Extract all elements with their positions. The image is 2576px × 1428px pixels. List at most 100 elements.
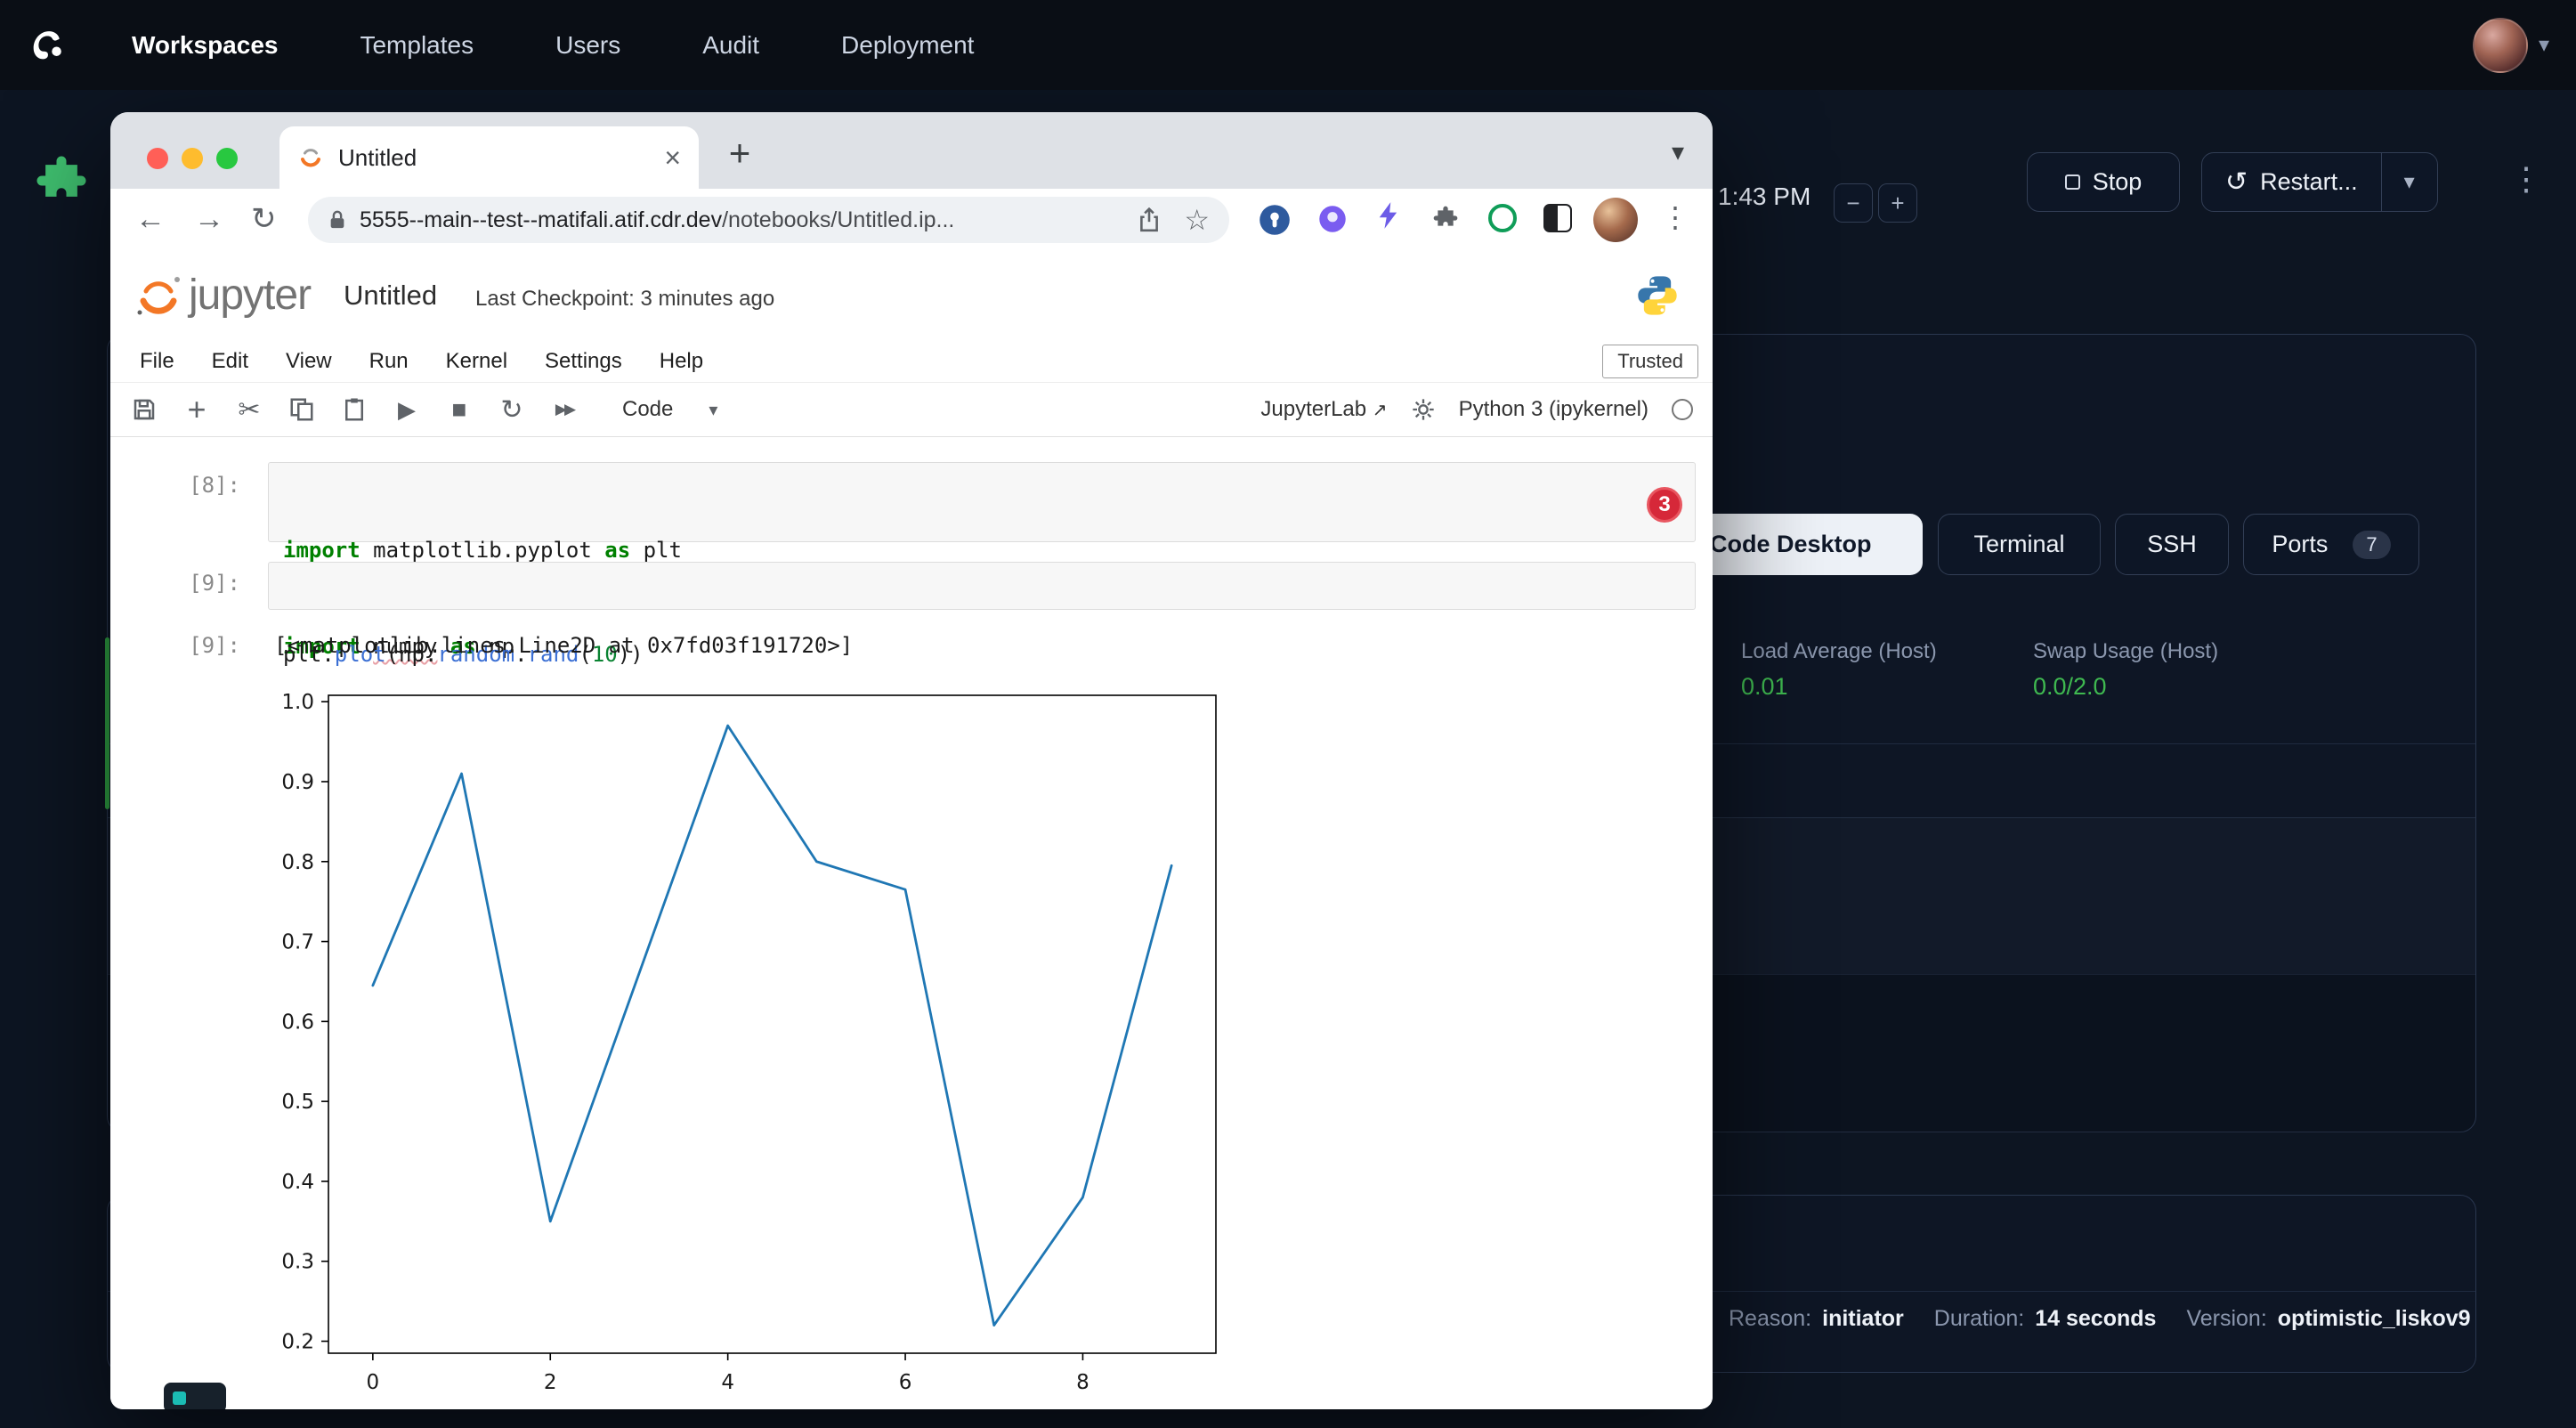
clock: 1:43 PM bbox=[1718, 183, 1810, 211]
coder-logo-icon[interactable] bbox=[27, 25, 68, 66]
ports-button[interactable]: Ports 7 bbox=[2243, 514, 2419, 575]
run-cell-icon[interactable]: ▶ bbox=[385, 390, 428, 429]
cell-input-prompt: [8]: bbox=[160, 473, 240, 498]
stat-value: 0.0/2.0 bbox=[2033, 673, 2218, 701]
maximize-window-button[interactable] bbox=[216, 148, 238, 169]
nav-users[interactable]: Users bbox=[555, 31, 620, 60]
nav-workspaces[interactable]: Workspaces bbox=[132, 31, 278, 60]
nav-audit[interactable]: Audit bbox=[702, 31, 759, 60]
save-icon[interactable] bbox=[123, 390, 166, 429]
paste-cell-icon[interactable] bbox=[333, 390, 376, 429]
kernel-status-icon bbox=[1672, 399, 1693, 420]
kernel-name[interactable]: Python 3 (ipykernel) bbox=[1459, 397, 1648, 422]
code-cell-input[interactable]: plt.plot(np.random.rand(10)) bbox=[268, 562, 1696, 610]
build-meta: Reason: initiator Duration: 14 seconds V… bbox=[1729, 1306, 2491, 1332]
menu-kernel[interactable]: Kernel bbox=[446, 349, 507, 374]
jupyter-menubar: File Edit View Run Kernel Settings Help … bbox=[110, 340, 1713, 383]
duration-value: 14 seconds bbox=[2035, 1306, 2156, 1332]
minimize-window-button[interactable] bbox=[182, 148, 203, 169]
menu-file[interactable]: File bbox=[140, 349, 174, 374]
status-badge bbox=[164, 1383, 226, 1409]
code-cell-input[interactable]: import matplotlib.pyplot as plt import n… bbox=[268, 462, 1696, 542]
extensions-puzzle-icon[interactable] bbox=[1431, 204, 1460, 237]
jupyter-wordmark: jupyter bbox=[189, 271, 311, 320]
new-tab-button[interactable]: + bbox=[720, 134, 759, 173]
menu-help[interactable]: Help bbox=[660, 349, 703, 374]
browser-menu-icon[interactable]: ⋮ bbox=[1661, 199, 1689, 237]
url-domain: 5555--main--test--matifali.atif.cdr.dev bbox=[360, 207, 722, 233]
settings-gear-icon[interactable] bbox=[1411, 397, 1436, 422]
trusted-button[interactable]: Trusted bbox=[1602, 345, 1698, 378]
stat-swap-usage: Swap Usage (Host) 0.0/2.0 bbox=[2033, 639, 2218, 701]
cut-cell-icon[interactable]: ✂ bbox=[228, 390, 271, 429]
svg-text:0.2: 0.2 bbox=[281, 1331, 314, 1354]
back-icon[interactable]: ← bbox=[135, 199, 166, 239]
version-label: Version: bbox=[2186, 1306, 2266, 1332]
restart-run-all-icon[interactable]: ▶▶ bbox=[543, 390, 586, 429]
restart-options-button[interactable]: ▾ bbox=[2382, 153, 2437, 211]
close-window-button[interactable] bbox=[147, 148, 168, 169]
plus-button[interactable]: + bbox=[1878, 183, 1917, 223]
tab-title: Untitled bbox=[338, 144, 664, 172]
lightning-icon[interactable] bbox=[1376, 201, 1401, 234]
darkreader-icon[interactable] bbox=[1543, 204, 1572, 232]
collaborators-count-badge: 3 bbox=[1647, 487, 1682, 523]
notebook-title[interactable]: Untitled bbox=[344, 280, 437, 312]
cell-type-value: Code bbox=[622, 397, 673, 422]
main-nav: Workspaces Templates Users Audit Deploym… bbox=[132, 31, 974, 60]
menu-settings[interactable]: Settings bbox=[545, 349, 622, 374]
jupyter-logo-icon[interactable] bbox=[134, 271, 183, 325]
user-avatar[interactable] bbox=[2473, 18, 2528, 73]
restart-button[interactable]: ↺ Restart... bbox=[2202, 153, 2381, 211]
chevron-down-icon: ▾ bbox=[709, 399, 717, 421]
restart-kernel-icon[interactable]: ↻ bbox=[490, 390, 533, 429]
cell-type-select[interactable]: Code ▾ bbox=[610, 392, 730, 427]
ports-count-badge: 7 bbox=[2353, 531, 2390, 559]
svg-text:0.3: 0.3 bbox=[281, 1251, 314, 1274]
stat-load-average: Load Average (Host) 0.01 bbox=[1741, 639, 1937, 701]
lock-icon[interactable] bbox=[328, 208, 347, 231]
browser-tab[interactable]: Untitled × bbox=[279, 126, 699, 189]
stat-label: Swap Usage (Host) bbox=[2033, 639, 2218, 664]
menu-view[interactable]: View bbox=[286, 349, 332, 374]
menu-edit[interactable]: Edit bbox=[212, 349, 248, 374]
address-bar-row: ← → ↻ 5555--main--test--matifali.atif.cd… bbox=[110, 189, 1713, 251]
extension-icon-purple[interactable] bbox=[1317, 204, 1348, 239]
chevron-down-icon[interactable]: ▾ bbox=[2539, 32, 2549, 58]
stat-label: Load Average (Host) bbox=[1741, 639, 1937, 664]
tab-search-chevron-icon[interactable]: ▾ bbox=[1672, 137, 1684, 166]
svg-text:8: 8 bbox=[1076, 1371, 1090, 1394]
jupyterlab-link[interactable]: JupyterLab ↗ bbox=[1260, 397, 1387, 422]
screen: Workspaces Templates Users Audit Deploym… bbox=[0, 0, 2576, 1428]
share-icon[interactable] bbox=[1138, 207, 1161, 232]
puzzle-icon[interactable] bbox=[32, 151, 91, 215]
address-bar[interactable]: 5555--main--test--matifali.atif.cdr.dev … bbox=[308, 197, 1229, 243]
copy-cell-icon[interactable] bbox=[280, 390, 323, 429]
minus-button[interactable]: − bbox=[1834, 183, 1873, 223]
cell-output-prompt: [9]: bbox=[160, 633, 240, 658]
nav-deployment[interactable]: Deployment bbox=[841, 31, 974, 60]
external-link-icon: ↗ bbox=[1373, 401, 1388, 420]
nav-templates[interactable]: Templates bbox=[360, 31, 474, 60]
svg-text:0.4: 0.4 bbox=[281, 1171, 314, 1194]
bookmark-star-icon[interactable]: ☆ bbox=[1184, 203, 1210, 237]
add-cell-icon[interactable]: + bbox=[175, 390, 218, 429]
stop-button[interactable]: Stop bbox=[2027, 152, 2180, 212]
ssh-button[interactable]: SSH bbox=[2115, 514, 2229, 575]
menu-run[interactable]: Run bbox=[369, 349, 409, 374]
jupyter-toolbar: + ✂ ▶ ■ ↻ ▶▶ Code ▾ bbox=[110, 383, 1713, 437]
more-options-button[interactable]: ⋮ bbox=[2510, 160, 2542, 198]
onepassword-icon[interactable] bbox=[1259, 204, 1291, 240]
reload-icon[interactable]: ↻ bbox=[251, 199, 277, 239]
svg-text:0.8: 0.8 bbox=[281, 851, 314, 874]
svg-text:1.0: 1.0 bbox=[281, 691, 314, 714]
interrupt-kernel-icon[interactable]: ■ bbox=[438, 390, 481, 429]
extension-icon-green[interactable] bbox=[1488, 204, 1517, 232]
profile-avatar[interactable] bbox=[1593, 198, 1638, 242]
reason-label: Reason: bbox=[1729, 1306, 1811, 1332]
forward-icon[interactable]: → bbox=[194, 199, 224, 239]
restart-label: Restart... bbox=[2260, 168, 2358, 196]
close-tab-icon[interactable]: × bbox=[664, 143, 681, 172]
terminal-button[interactable]: Terminal bbox=[1938, 514, 2101, 575]
svg-text:6: 6 bbox=[899, 1371, 912, 1394]
